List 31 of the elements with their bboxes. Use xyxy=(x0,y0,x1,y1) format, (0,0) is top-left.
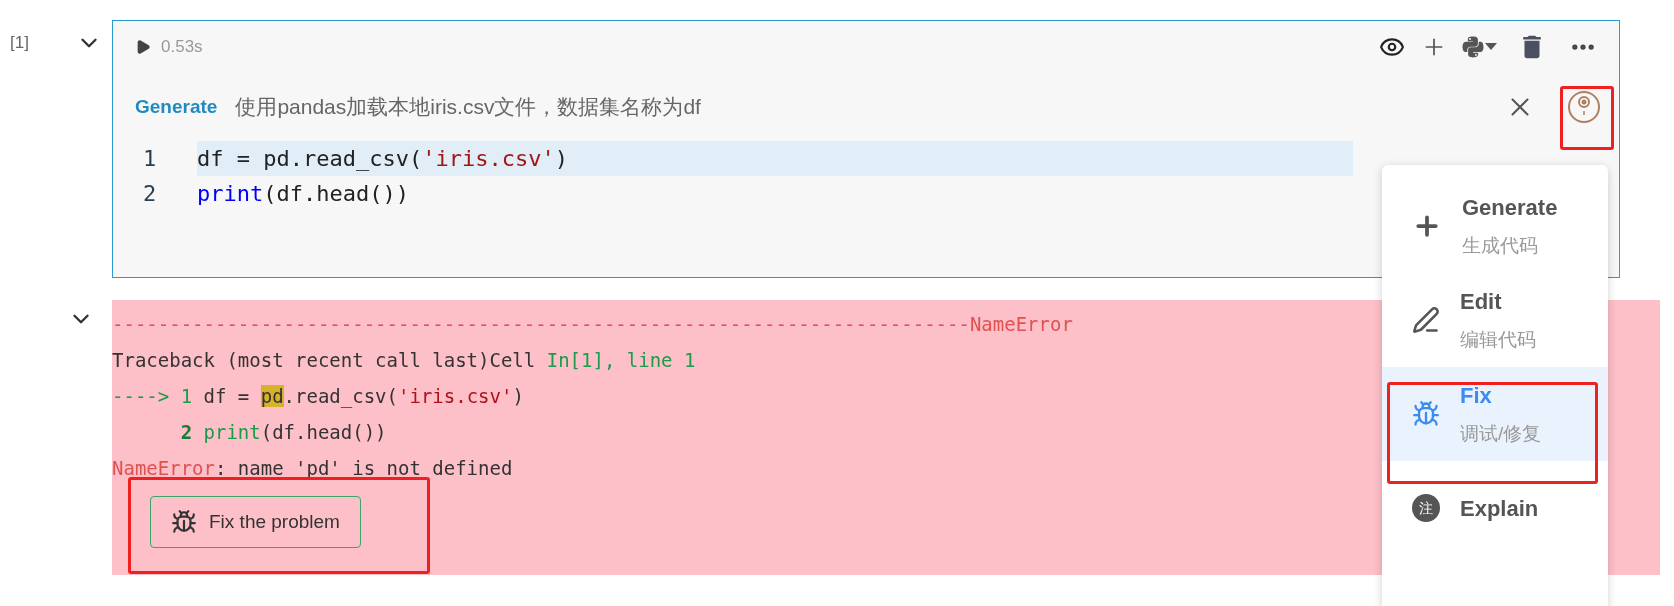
menu-item-subtitle: 生成代码 xyxy=(1462,234,1539,259)
bug-icon xyxy=(171,509,197,535)
menu-item-title: Fix xyxy=(1460,382,1493,411)
annotation-frame xyxy=(1560,86,1614,150)
generate-label: Generate xyxy=(135,94,218,119)
menu-item-title: Edit xyxy=(1460,288,1503,317)
menu-item[interactable]: 注 Explain xyxy=(1382,461,1608,555)
output-line: ---------------------------------------------------------------------------NameError xyxy=(112,312,1073,337)
fix-problem-button[interactable]: Fix the problem xyxy=(150,496,361,548)
output-line: ----> 1 df = pd.read_csv('iris.csv') xyxy=(112,384,524,410)
run-time: 0.53s xyxy=(161,36,203,59)
line-number: 2 xyxy=(143,180,158,208)
execution-count: [1] xyxy=(10,32,30,54)
line-number: 1 xyxy=(143,145,158,173)
python-icon[interactable] xyxy=(1461,35,1497,59)
bug-icon xyxy=(1412,400,1440,428)
menu-item-title: Explain xyxy=(1460,494,1539,523)
ai-assistant-icon[interactable] xyxy=(1567,90,1601,124)
output-line: Traceback (most recent call last)Cell In[1], line 1 xyxy=(112,348,696,373)
output-line: NameError: name 'pd' is not defined xyxy=(112,456,513,481)
run-icon[interactable] xyxy=(135,39,151,55)
menu-item[interactable]: Generate 生成代码 xyxy=(1382,179,1608,273)
menu-item-subtitle: 调试/修复 xyxy=(1460,422,1542,447)
prompt-text: 使用pandas加载本地iris.csv文件，数据集名称为df xyxy=(235,94,701,121)
menu-item-title: Generate xyxy=(1462,194,1558,223)
output-line: 2 print(df.head()) xyxy=(179,420,387,445)
menu-item[interactable]: Edit 编辑代码 xyxy=(1382,273,1608,367)
pen-icon xyxy=(1412,306,1440,334)
note-icon: 注 xyxy=(1412,494,1440,522)
menu-item-subtitle: 编辑代码 xyxy=(1460,328,1536,353)
code-line: print(df.head()) xyxy=(197,180,409,208)
